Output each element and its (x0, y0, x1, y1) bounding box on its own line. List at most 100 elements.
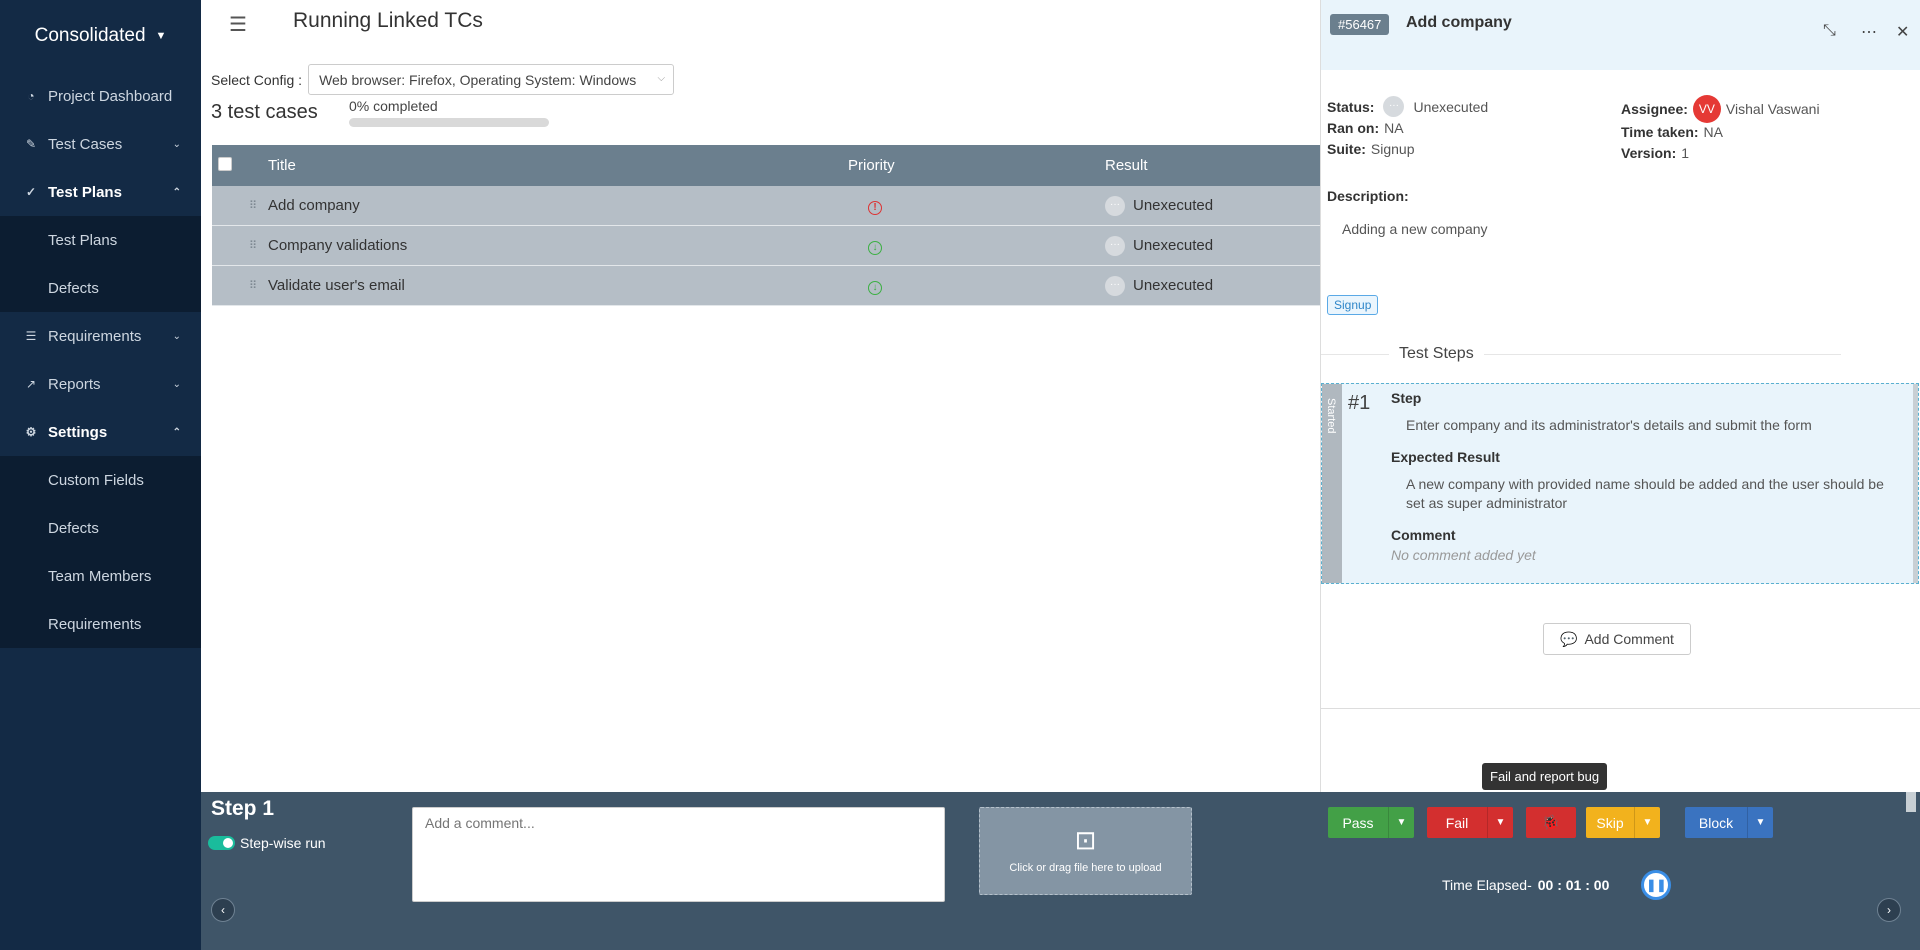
row-title[interactable]: Add company (268, 197, 848, 214)
assignee-label: Assignee: (1621, 100, 1688, 117)
sidebar-item-requirements[interactable]: ☰ Requirements ⌄ (0, 312, 201, 360)
next-step-icon[interactable]: › (1877, 898, 1901, 922)
pass-dropdown-icon[interactable]: ▼ (1388, 807, 1414, 838)
comment-label: Comment (1391, 527, 1456, 543)
more-options-icon[interactable]: ⋯ (1861, 22, 1877, 42)
list-icon: ☰ (25, 329, 37, 343)
time-elapsed-value: 00 : 01 : 00 (1537, 877, 1610, 893)
avatar: VV (1692, 94, 1721, 123)
sidebar-item-label: Defects (48, 519, 99, 537)
status-label: Status: (1327, 98, 1375, 115)
skip-dropdown-icon[interactable]: ▼ (1634, 807, 1660, 838)
skip-button-group: Skip ▼ (1586, 807, 1660, 838)
row-title[interactable]: Company validations (268, 237, 848, 254)
project-switcher[interactable]: Consolidated ▼ (0, 0, 201, 72)
suite-label: Suite: (1327, 140, 1366, 157)
upload-text: Click or drag file here to upload (1009, 862, 1162, 874)
sidebar-item-label: Settings (48, 423, 108, 441)
table-row[interactable]: ⠿ Add company ! ··· Unexecuted (212, 186, 1320, 226)
block-dropdown-icon[interactable]: ▼ (1747, 807, 1773, 838)
sidebar-item-label: Defects (48, 279, 99, 297)
step-label: Step (1391, 390, 1422, 406)
progress-label: 0% completed (349, 98, 438, 114)
step-status-strip: Started (1322, 384, 1342, 583)
add-comment-label: Add Comment (1584, 631, 1674, 647)
sidebar-subitem-defects[interactable]: Defects (0, 264, 201, 312)
sidebar-item-project-dashboard[interactable]: ◔ Project Dashboard (0, 72, 201, 120)
sidebar-item-label: Custom Fields (48, 471, 144, 489)
block-button[interactable]: Block (1685, 807, 1747, 838)
sidebar-item-label: Test Cases (48, 135, 123, 153)
fail-report-bug-tooltip: Fail and report bug (1482, 763, 1608, 790)
sidebar-item-reports[interactable]: ↗ Reports ⌄ (0, 360, 201, 408)
sidebar-item-test-cases[interactable]: ✎ Test Cases ⌄ (0, 120, 201, 168)
select-all-checkbox[interactable] (218, 156, 232, 171)
progress-bar (349, 118, 549, 127)
pause-icon[interactable]: ❚❚ (1641, 870, 1672, 900)
dashboard-icon: ◔ (27, 89, 35, 103)
add-comment-button[interactable]: 💬 Add Comment (1543, 623, 1691, 655)
stepwise-run-toggle-row: Step-wise run (208, 835, 326, 851)
step-card[interactable]: Started #1 Step Enter company and its ad… (1321, 383, 1919, 584)
test-case-count: 3 test cases (211, 101, 318, 123)
priority-high-icon: ! (868, 200, 882, 215)
fail-report-bug-button[interactable]: 🐞 (1526, 807, 1576, 838)
drag-handle-icon[interactable]: ⠿ (212, 279, 268, 292)
row-title[interactable]: Validate user's email (268, 277, 848, 294)
table-row[interactable]: ⠿ Company validations ↓ ··· Unexecuted (212, 226, 1320, 266)
test-steps-heading: Test Steps (1321, 345, 1841, 363)
progress: 0% completed (349, 98, 549, 127)
chevron-up-icon: ⌃ (172, 186, 181, 198)
test-steps-title: Test Steps (1399, 345, 1474, 362)
chart-icon: ↗ (25, 377, 37, 391)
column-result[interactable]: Result (1105, 157, 1320, 174)
step-status-label: Started (1325, 398, 1337, 434)
sidebar-item-test-plans[interactable]: ✓ Test Plans ⌃ (0, 168, 201, 216)
scrollbar[interactable] (1906, 792, 1916, 812)
column-priority[interactable]: Priority (848, 157, 1105, 174)
chevron-up-icon: ⌃ (172, 426, 181, 438)
sidebar-subitem-requirements[interactable]: Requirements (0, 600, 201, 648)
expected-result-text: A new company with provided name should … (1406, 476, 1884, 511)
result-status-icon: ··· (1105, 195, 1125, 216)
collapse-menu-icon[interactable]: ☰ (229, 12, 247, 37)
collapse-icon[interactable]: ⤡ (1823, 22, 1836, 40)
block-button-group: Block ▼ (1685, 807, 1773, 838)
file-upload-dropzone[interactable]: ⊡ Click or drag file here to upload (979, 807, 1192, 895)
row-result: Unexecuted (1133, 277, 1214, 294)
status-icon: ··· (1383, 96, 1405, 117)
sidebar-subitem-test-plans[interactable]: Test Plans (0, 216, 201, 264)
scrollbar[interactable] (1913, 384, 1918, 583)
result-status-icon: ··· (1105, 235, 1125, 256)
sidebar-subitem-defects[interactable]: Defects (0, 504, 201, 552)
suite-tag[interactable]: Signup (1327, 295, 1379, 315)
fail-dropdown-icon[interactable]: ▼ (1487, 807, 1513, 838)
config-select[interactable]: Web browser: Firefox, Operating System: … (308, 64, 675, 95)
sidebar-subitem-team-members[interactable]: Team Members (0, 552, 201, 600)
stepwise-run-toggle[interactable] (208, 836, 235, 850)
time-elapsed: Time Elapsed- 00 : 01 : 00 ❚❚ (1442, 870, 1672, 900)
drag-handle-icon[interactable]: ⠿ (212, 239, 268, 252)
previous-step-icon[interactable]: ‹ (211, 898, 235, 922)
stepwise-run-label: Step-wise run (240, 835, 326, 851)
table-row[interactable]: ⠿ Validate user's email ↓ ··· Unexecuted (212, 266, 1320, 306)
page-title: Running Linked TCs (293, 9, 483, 32)
sidebar-item-label: Team Members (48, 567, 152, 585)
pass-button[interactable]: Pass (1328, 807, 1388, 838)
skip-button[interactable]: Skip (1586, 807, 1634, 838)
fail-button[interactable]: Fail (1427, 807, 1487, 838)
comment-text: No comment added yet (1391, 547, 1536, 563)
config-selector: Select Config : Web browser: Firefox, Op… (211, 64, 675, 95)
close-icon[interactable]: ✕ (1896, 22, 1909, 42)
row-result: Unexecuted (1133, 237, 1214, 254)
column-title[interactable]: Title (268, 157, 848, 174)
sidebar-item-settings[interactable]: ⚙ Settings ⌃ (0, 408, 201, 456)
ran-on-value: NA (1384, 119, 1404, 136)
version-label: Version: (1621, 144, 1677, 161)
fail-button-group: Fail ▼ (1427, 807, 1513, 838)
comment-input[interactable] (412, 807, 945, 902)
sidebar-subitem-custom-fields[interactable]: Custom Fields (0, 456, 201, 504)
test-plans-submenu: Test Plans Defects (0, 216, 201, 312)
drag-handle-icon[interactable]: ⠿ (212, 199, 268, 212)
time-elapsed-label: Time Elapsed- (1442, 877, 1532, 893)
